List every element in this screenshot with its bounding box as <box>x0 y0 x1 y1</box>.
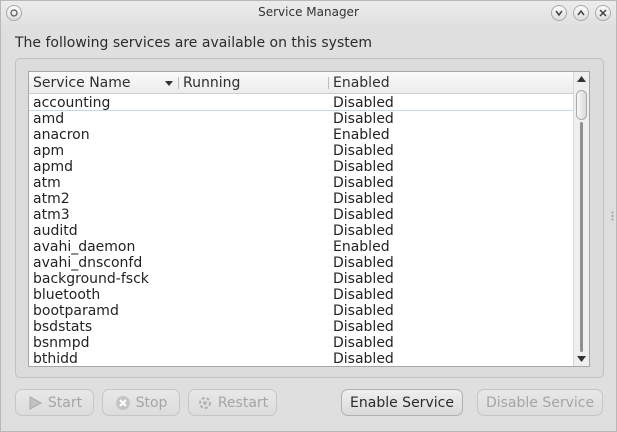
stop-button-label: Stop <box>135 394 168 411</box>
restart-button[interactable]: Restart <box>188 389 277 416</box>
service-name-cell: avahi_dnsconfd <box>33 255 143 271</box>
page-heading: The following services are available on … <box>15 35 372 51</box>
enabled-cell: Disabled <box>333 351 394 367</box>
service-name-cell: bsnmpd <box>33 335 90 351</box>
enabled-cell: Disabled <box>333 191 394 207</box>
table-row[interactable]: bsnmpd Disabled <box>29 335 575 351</box>
table-row[interactable]: anacron Enabled <box>29 127 575 143</box>
start-button[interactable]: Start <box>15 389 94 416</box>
sort-descending-icon <box>165 81 173 86</box>
gear-refresh-icon <box>198 396 211 409</box>
window-title: Service Manager <box>258 5 359 19</box>
service-name-cell: atm2 <box>33 191 70 207</box>
chevron-up-icon <box>577 9 585 16</box>
column-header-service-name[interactable]: Service Name <box>33 75 131 91</box>
stop-button[interactable]: Stop <box>102 389 180 416</box>
enabled-cell: Disabled <box>333 95 394 111</box>
enabled-cell: Enabled <box>333 127 390 143</box>
start-button-label: Start <box>47 394 83 411</box>
column-header-enabled[interactable]: Enabled <box>333 75 390 91</box>
enabled-cell: Disabled <box>333 303 394 319</box>
service-manager-window: Service Manager The following services a… <box>0 0 617 432</box>
table-body: accounting Disabled amd Disabled anacron Enab… <box>29 95 575 367</box>
service-name-cell: avahi_daemon <box>33 239 136 255</box>
enabled-cell: Disabled <box>333 335 394 351</box>
scroll-up-icon[interactable] <box>577 76 586 82</box>
service-name-cell: accounting <box>33 95 111 111</box>
table-row[interactable]: apm Disabled <box>29 143 575 159</box>
vertical-scrollbar[interactable] <box>573 72 589 366</box>
enabled-cell: Disabled <box>333 207 394 223</box>
service-name-cell: apmd <box>33 159 73 175</box>
disable-service-button[interactable]: Disable Service <box>477 389 603 416</box>
table-row[interactable]: auditd Disabled <box>29 223 575 239</box>
table-row[interactable]: accounting Disabled <box>29 95 575 111</box>
table-row[interactable]: bsdstats Disabled <box>29 319 575 335</box>
enable-service-button[interactable]: Enable Service <box>341 389 463 416</box>
enabled-cell: Disabled <box>333 159 394 175</box>
close-button[interactable] <box>595 5 611 21</box>
scrollbar-track[interactable] <box>580 122 583 352</box>
service-name-cell: atm3 <box>33 207 70 223</box>
enabled-cell: Disabled <box>333 287 394 303</box>
restart-button-label: Restart <box>217 394 269 411</box>
service-name-cell: atm <box>33 175 61 191</box>
table-row[interactable]: apmd Disabled <box>29 159 575 175</box>
enabled-cell: Disabled <box>333 223 394 239</box>
enabled-cell: Disabled <box>333 143 394 159</box>
table-header: Service Name Running Enabled <box>29 72 575 94</box>
service-name-cell: background-fsck <box>33 271 149 287</box>
column-separator[interactable] <box>328 77 329 89</box>
enabled-cell: Disabled <box>333 271 394 287</box>
scroll-down-icon[interactable] <box>577 356 586 362</box>
enabled-cell: Disabled <box>333 319 394 335</box>
service-name-cell: anacron <box>33 127 90 143</box>
table-row[interactable]: background-fsck Disabled <box>29 271 575 287</box>
service-name-cell: bootparamd <box>33 303 119 319</box>
column-header-running[interactable]: Running <box>183 75 240 91</box>
table-row[interactable]: atm Disabled <box>29 175 575 191</box>
chevron-down-icon <box>555 10 563 17</box>
service-name-cell: amd <box>33 111 65 127</box>
disable-service-label: Disable Service <box>485 394 595 411</box>
title-bar[interactable]: Service Manager <box>1 1 616 25</box>
table-row[interactable]: atm3 Disabled <box>29 207 575 223</box>
table-row[interactable]: bluetooth Disabled <box>29 287 575 303</box>
table-row[interactable]: atm2 Disabled <box>29 191 575 207</box>
service-name-cell: bluetooth <box>33 287 101 303</box>
services-table[interactable]: Service Name Running Enabled accounting D… <box>28 71 590 367</box>
service-name-cell: bthidd <box>33 351 78 367</box>
column-separator[interactable] <box>178 77 179 89</box>
scrollbar-thumb[interactable] <box>576 90 587 120</box>
service-name-cell: auditd <box>33 223 78 239</box>
enabled-cell: Disabled <box>333 255 394 271</box>
resize-grip-icon[interactable] <box>611 211 614 221</box>
close-icon <box>599 9 607 17</box>
enable-service-label: Enable Service <box>350 394 454 411</box>
table-row[interactable]: amd Disabled <box>29 111 575 127</box>
table-row[interactable]: avahi_dnsconfd Disabled <box>29 255 575 271</box>
minimize-button[interactable] <box>551 5 567 21</box>
enabled-cell: Enabled <box>333 239 390 255</box>
stop-icon <box>115 395 130 410</box>
table-row[interactable]: bootparamd Disabled <box>29 303 575 319</box>
service-name-cell: apm <box>33 143 65 159</box>
enabled-cell: Disabled <box>333 111 394 127</box>
enabled-cell: Disabled <box>333 175 394 191</box>
table-row[interactable]: avahi_daemon Enabled <box>29 239 575 255</box>
service-name-cell: bsdstats <box>33 319 93 335</box>
table-row[interactable]: bthidd Disabled <box>29 351 575 367</box>
maximize-button[interactable] <box>573 5 589 21</box>
play-icon <box>29 395 42 410</box>
